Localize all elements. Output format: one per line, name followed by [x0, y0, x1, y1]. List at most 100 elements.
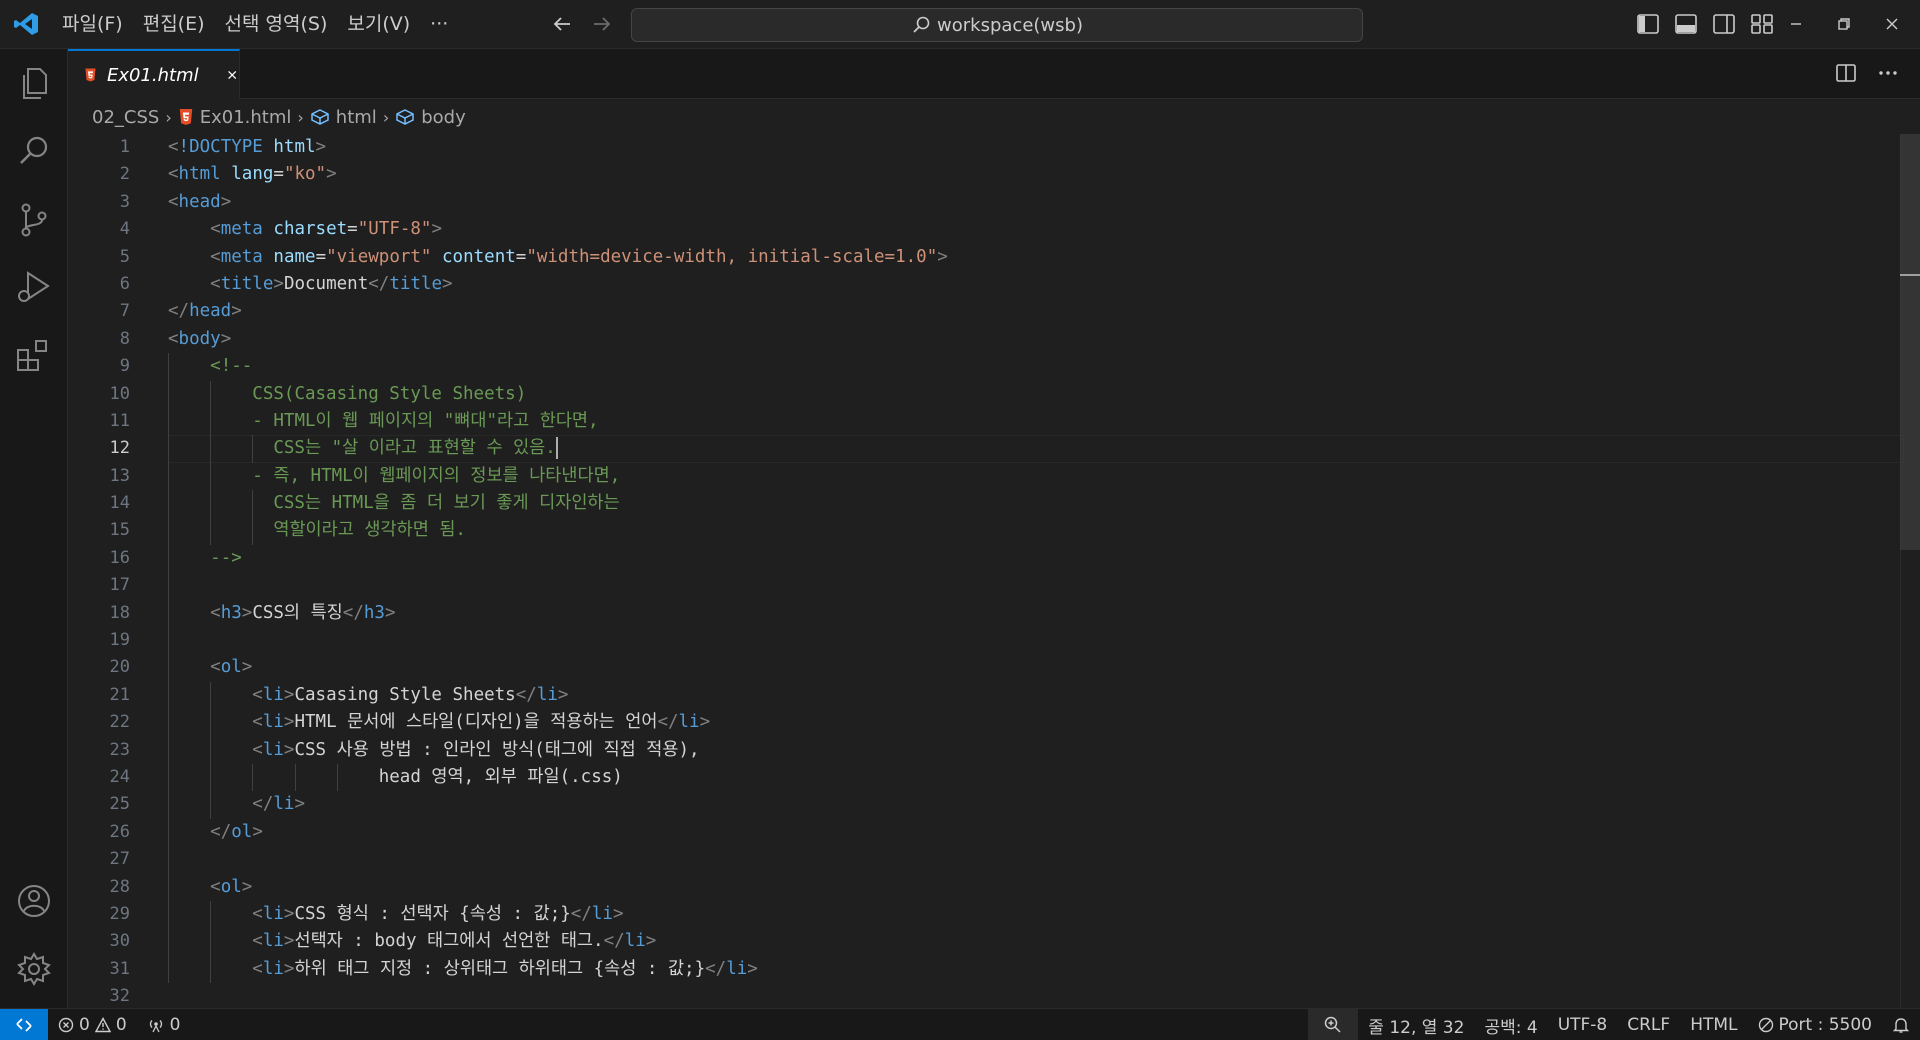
- line-number: 17: [109, 575, 130, 596]
- code-token: <: [168, 328, 179, 349]
- line-number: 21: [109, 684, 130, 705]
- code-line[interactable]: <li>선택자 : body 태그에서 선언한 태그.</li>: [168, 928, 1904, 956]
- language-mode[interactable]: HTML: [1680, 1009, 1747, 1040]
- code-line[interactable]: <head>: [168, 189, 1904, 216]
- code-token: <: [210, 246, 221, 267]
- code-token: =: [273, 164, 284, 185]
- account-icon[interactable]: [14, 881, 54, 921]
- code-line[interactable]: <body>: [168, 326, 1904, 353]
- code-line[interactable]: <li>하위 태그 지정 : 상위태그 하위태그 {속성 : 값;}</li>: [168, 955, 1904, 984]
- split-editor-icon[interactable]: [1834, 61, 1858, 85]
- code-line[interactable]: </li>: [168, 791, 1904, 819]
- zoom-indicator[interactable]: [1308, 1009, 1359, 1040]
- breadcrumb-symbol-body[interactable]: body: [395, 107, 466, 128]
- code-area[interactable]: <!DOCTYPE html> <html lang="ko"> <head> <m…: [168, 134, 1904, 1008]
- code-line[interactable]: </head>: [168, 298, 1904, 325]
- line-number: 6: [119, 273, 130, 294]
- notifications-bell[interactable]: [1882, 1009, 1920, 1040]
- code-editor[interactable]: 1 2 3 4 5 6 7 8 9 10 11 12 13 14 15 16 17 18 19 20 21 22 23 24 2…: [68, 134, 1904, 1008]
- menu-edit[interactable]: 편집(E): [133, 0, 215, 49]
- code-line[interactable]: <li>CSS 사용 방법 : 인라인 방식(태그에 직접 적용),: [168, 736, 1904, 764]
- problems-indicator[interactable]: 0 0: [48, 1009, 137, 1040]
- editor-tab-bar: Ex01.html: [68, 49, 1920, 99]
- more-actions-icon[interactable]: [1876, 61, 1900, 85]
- remote-indicator[interactable]: [0, 1008, 48, 1040]
- line-number: 5: [119, 246, 130, 267]
- run-debug-icon[interactable]: [14, 267, 54, 307]
- code-line[interactable]: <li>CSS 형식 : 선택자 {속성 : 값;}</li>: [168, 900, 1904, 929]
- toggle-primary-sidebar-icon[interactable]: [1636, 10, 1660, 38]
- code-line[interactable]: -->: [168, 544, 1904, 573]
- minimize-icon[interactable]: [1782, 10, 1810, 38]
- menu-file[interactable]: 파일(F): [52, 0, 133, 49]
- file-encoding[interactable]: UTF-8: [1548, 1009, 1618, 1040]
- code-token: li: [273, 794, 295, 815]
- line-number: 8: [119, 328, 130, 349]
- toggle-panel-icon[interactable]: [1674, 10, 1698, 38]
- code-line[interactable]: <li>HTML 문서에 스타일(디자인)을 적용하는 언어</li>: [168, 709, 1904, 737]
- code-line[interactable]: <ol>: [168, 654, 1904, 682]
- settings-gear-icon[interactable]: [14, 949, 54, 989]
- code-line[interactable]: - HTML이 웹 페이지의 "뼈대"라고 한다면,: [168, 407, 1904, 436]
- code-token: 하위 태그 지정 : 상위태그 하위태그 {속성 : 값;}: [294, 958, 706, 979]
- menu-selection[interactable]: 선택 영역(S): [215, 0, 338, 49]
- status-bar: 0 0 0 줄 12, 열 32 공백: 4 UTF-8 CRLF HTML P…: [0, 1008, 1920, 1040]
- code-line[interactable]: <html lang="ko">: [168, 161, 1904, 188]
- code-line[interactable]: head 영역, 외부 파일(.css): [168, 763, 1904, 792]
- line-number: 24: [109, 766, 130, 787]
- breadcrumb-symbol-html[interactable]: html: [310, 107, 377, 128]
- code-line[interactable]: [168, 846, 1904, 874]
- code-line[interactable]: </ol>: [168, 818, 1904, 847]
- live-server-port[interactable]: Port : 5500: [1748, 1009, 1883, 1040]
- code-line[interactable]: <!DOCTYPE html>: [168, 134, 1904, 161]
- back-arrow-icon[interactable]: [548, 10, 576, 38]
- code-line[interactable]: <h3>CSS의 특징</h3>: [168, 599, 1904, 628]
- code-token: HTML 문서에 스타일(디자인)을 적용하는 언어: [294, 712, 658, 733]
- breadcrumb-folder[interactable]: 02_CSS: [92, 107, 159, 128]
- explorer-files-icon[interactable]: [14, 63, 54, 103]
- command-center-search[interactable]: workspace(wsb): [631, 8, 1363, 42]
- line-number: 9: [119, 356, 130, 377]
- forward-arrow-icon[interactable]: [588, 10, 616, 38]
- menu-more[interactable]: ···: [420, 0, 458, 49]
- restore-icon[interactable]: [1830, 10, 1858, 38]
- code-token: =: [315, 246, 327, 267]
- code-line[interactable]: <meta charset="UTF-8">: [168, 216, 1904, 243]
- source-control-icon[interactable]: [14, 200, 54, 240]
- code-line[interactable]: - 즉, HTML이 웹페이지의 정보를 나타낸다면,: [168, 462, 1904, 491]
- code-line[interactable]: CSS는 HTML을 좀 더 보기 좋게 디자인하는: [168, 490, 1904, 518]
- code-line[interactable]: <title>Document</title>: [168, 271, 1904, 298]
- code-line[interactable]: [168, 983, 1904, 1008]
- indentation-setting[interactable]: 공백: 4: [1474, 1009, 1547, 1040]
- close-window-icon[interactable]: [1878, 10, 1906, 38]
- code-line[interactable]: 역할이라고 생각하면 됨.: [168, 517, 1904, 545]
- code-token: <: [210, 602, 221, 623]
- extensions-icon[interactable]: [14, 336, 54, 376]
- customize-layout-icon[interactable]: [1750, 10, 1774, 38]
- code-token: CSS의 특징: [252, 602, 343, 623]
- code-line[interactable]: CSS(Casasing Style Sheets): [168, 380, 1904, 408]
- end-of-line[interactable]: CRLF: [1617, 1009, 1680, 1040]
- code-token: >: [937, 246, 948, 267]
- code-line[interactable]: CSS는 "살 이라고 표현할 수 있음.: [168, 435, 1904, 463]
- cursor-position[interactable]: 줄 12, 열 32: [1358, 1009, 1474, 1040]
- code-token: li: [591, 903, 613, 924]
- line-number: 15: [109, 520, 130, 541]
- vertical-scrollbar-thumb[interactable]: [1900, 134, 1920, 550]
- toggle-secondary-sidebar-icon[interactable]: [1712, 10, 1736, 38]
- code-line[interactable]: [168, 572, 1904, 600]
- close-tab-icon[interactable]: [225, 65, 239, 85]
- code-line[interactable]: <ol>: [168, 873, 1904, 901]
- code-line[interactable]: <meta name="viewport" content="width=dev…: [168, 244, 1904, 271]
- code-token: h3: [363, 602, 385, 623]
- search-view-icon[interactable]: [14, 131, 54, 171]
- code-line[interactable]: <li>Casasing Style Sheets</li>: [168, 681, 1904, 710]
- ports-indicator[interactable]: 0: [137, 1009, 191, 1040]
- tab-ex01-html[interactable]: Ex01.html: [68, 49, 240, 99]
- code-line[interactable]: <!--: [168, 353, 1904, 381]
- menu-view[interactable]: 보기(V): [337, 0, 420, 49]
- breadcrumb-file[interactable]: Ex01.html: [178, 107, 291, 128]
- code-line[interactable]: [168, 627, 1904, 655]
